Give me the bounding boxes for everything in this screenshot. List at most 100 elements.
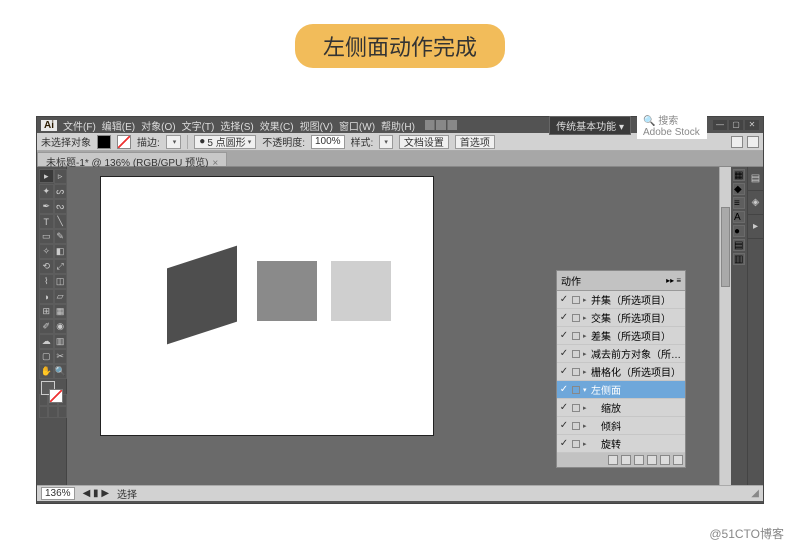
zoom-level-input[interactable]: 136% bbox=[41, 487, 75, 500]
action-row-3[interactable]: ✓▸减去前方对象（所… bbox=[557, 345, 685, 363]
check-icon[interactable]: ✓ bbox=[559, 366, 569, 377]
lasso-tool[interactable]: ᔕ bbox=[54, 184, 67, 199]
action-row-4[interactable]: ✓▸栅格化（所选项目） bbox=[557, 363, 685, 381]
check-icon[interactable]: ✓ bbox=[559, 294, 569, 305]
menu-edit[interactable]: 编辑(E) bbox=[102, 118, 135, 133]
expand-toggle-icon[interactable]: ▸ bbox=[583, 440, 591, 448]
action-row-0[interactable]: ✓▸并集（所选项目） bbox=[557, 291, 685, 309]
new-set-button[interactable] bbox=[647, 455, 657, 465]
menubar-tool-icons[interactable] bbox=[425, 120, 457, 130]
panel-menu-icon[interactable]: ▸▸ ≡ bbox=[666, 276, 681, 285]
expand-toggle-icon[interactable]: ▸ bbox=[583, 422, 591, 430]
dialog-toggle[interactable] bbox=[572, 440, 580, 448]
action-row-5[interactable]: ✓▾左侧面 bbox=[557, 381, 685, 399]
stroke-weight-select[interactable]: ▾ bbox=[166, 135, 182, 149]
direct-selection-tool[interactable]: ▹ bbox=[54, 169, 67, 184]
dock-icon-3[interactable]: A bbox=[733, 211, 745, 223]
draw-inside-button[interactable] bbox=[58, 406, 67, 418]
paintbrush-tool[interactable]: ✎ bbox=[54, 229, 67, 244]
layers-icon[interactable]: ▤ bbox=[748, 167, 763, 191]
search-box[interactable]: 🔍 搜索 Adobe Stock bbox=[637, 111, 707, 139]
check-icon[interactable]: ✓ bbox=[559, 402, 569, 413]
transform-icon[interactable] bbox=[747, 136, 759, 148]
dialog-toggle[interactable] bbox=[572, 386, 580, 394]
play-action-button[interactable] bbox=[634, 455, 644, 465]
pen-tool[interactable]: ✒ bbox=[39, 199, 54, 214]
maximize-button[interactable]: ▢ bbox=[729, 120, 743, 130]
zoom-tool[interactable]: 🔍 bbox=[54, 364, 67, 379]
action-row-8[interactable]: ✓▸旋转 bbox=[557, 435, 685, 453]
curvature-tool[interactable]: ᔓ bbox=[54, 199, 67, 214]
scrollbar-thumb[interactable] bbox=[721, 207, 730, 287]
blend-tool[interactable]: ◉ bbox=[54, 319, 67, 334]
artboard-tool[interactable]: ▢ bbox=[39, 349, 54, 364]
action-row-6[interactable]: ✓▸缩放 bbox=[557, 399, 685, 417]
shape-square-mid[interactable] bbox=[257, 261, 317, 321]
hand-tool[interactable]: ✋ bbox=[39, 364, 54, 379]
eyedropper-tool[interactable]: ✐ bbox=[39, 319, 54, 334]
dock-icon-4[interactable]: ● bbox=[733, 225, 745, 237]
check-icon[interactable]: ✓ bbox=[559, 384, 569, 395]
dialog-toggle[interactable] bbox=[572, 368, 580, 376]
actions-icon[interactable]: ▸ bbox=[748, 215, 763, 239]
graph-tool[interactable]: ▥ bbox=[54, 334, 67, 349]
check-icon[interactable]: ✓ bbox=[559, 438, 569, 449]
dock-icon-2[interactable]: ≡ bbox=[733, 197, 745, 209]
stop-action-button[interactable] bbox=[608, 455, 618, 465]
expand-toggle-icon[interactable]: ▸ bbox=[583, 296, 591, 304]
new-action-button[interactable] bbox=[660, 455, 670, 465]
align-icon[interactable] bbox=[731, 136, 743, 148]
brush-select[interactable]: ● 5 点圆形▾ bbox=[194, 135, 256, 149]
menu-view[interactable]: 视图(V) bbox=[300, 118, 333, 133]
check-icon[interactable]: ✓ bbox=[559, 330, 569, 341]
swatches-icon[interactable]: ◈ bbox=[748, 191, 763, 215]
minimize-button[interactable]: — bbox=[713, 120, 727, 130]
width-tool[interactable]: ⌇ bbox=[39, 274, 54, 289]
opacity-input[interactable]: 100% bbox=[311, 135, 345, 149]
stroke-swatch[interactable] bbox=[117, 135, 131, 149]
fill-stroke-indicator[interactable] bbox=[39, 381, 67, 407]
shape-parallelogram[interactable] bbox=[167, 246, 237, 345]
menu-file[interactable]: 文件(F) bbox=[63, 118, 96, 133]
menu-select[interactable]: 选择(S) bbox=[220, 118, 253, 133]
rectangle-tool[interactable]: ▭ bbox=[39, 229, 54, 244]
fill-swatch[interactable] bbox=[97, 135, 111, 149]
dialog-toggle[interactable] bbox=[572, 296, 580, 304]
dialog-toggle[interactable] bbox=[572, 404, 580, 412]
dock-icon-1[interactable]: ◆ bbox=[733, 183, 745, 195]
expand-toggle-icon[interactable]: ▾ bbox=[583, 386, 591, 394]
menu-help[interactable]: 帮助(H) bbox=[381, 118, 415, 133]
expand-toggle-icon[interactable]: ▸ bbox=[583, 368, 591, 376]
close-button[interactable]: ✕ bbox=[745, 120, 759, 130]
gradient-tool[interactable]: ▦ bbox=[54, 304, 67, 319]
dock-icon-0[interactable]: ▦ bbox=[733, 169, 745, 181]
shaper-tool[interactable]: ✧ bbox=[39, 244, 54, 259]
dock-icon-5[interactable]: ▤ bbox=[733, 239, 745, 251]
expand-toggle-icon[interactable]: ▸ bbox=[583, 314, 591, 322]
draw-normal-button[interactable] bbox=[39, 406, 48, 418]
eraser-tool[interactable]: ◧ bbox=[54, 244, 67, 259]
style-select[interactable]: ▾ bbox=[379, 135, 393, 149]
shape-builder-tool[interactable]: ◑ bbox=[39, 289, 54, 304]
doc-setup-button[interactable]: 文档设置 bbox=[399, 135, 449, 149]
type-tool[interactable]: T bbox=[39, 214, 54, 229]
magic-wand-tool[interactable]: ✦ bbox=[39, 184, 54, 199]
action-row-1[interactable]: ✓▸交集（所选项目） bbox=[557, 309, 685, 327]
dialog-toggle[interactable] bbox=[572, 314, 580, 322]
selection-tool[interactable]: ▸ bbox=[39, 169, 54, 183]
workspace-switcher[interactable]: 传统基本功能 ▾ bbox=[549, 116, 631, 135]
draw-behind-button[interactable] bbox=[48, 406, 57, 418]
slice-tool[interactable]: ✂ bbox=[54, 349, 67, 364]
actions-panel-header[interactable]: 动作 ▸▸ ≡ bbox=[557, 271, 685, 291]
action-row-7[interactable]: ✓▸倾斜 bbox=[557, 417, 685, 435]
vertical-scrollbar[interactable] bbox=[719, 167, 731, 485]
scale-tool[interactable]: ⤢ bbox=[54, 259, 67, 274]
delete-action-button[interactable] bbox=[673, 455, 683, 465]
symbol-tool[interactable]: ☁ bbox=[39, 334, 54, 349]
menu-type[interactable]: 文字(T) bbox=[182, 118, 215, 133]
perspective-tool[interactable]: ▱ bbox=[54, 289, 67, 304]
rotate-tool[interactable]: ⟲ bbox=[39, 259, 54, 274]
record-action-button[interactable] bbox=[621, 455, 631, 465]
artboard[interactable] bbox=[101, 177, 433, 435]
expand-toggle-icon[interactable]: ▸ bbox=[583, 350, 591, 358]
